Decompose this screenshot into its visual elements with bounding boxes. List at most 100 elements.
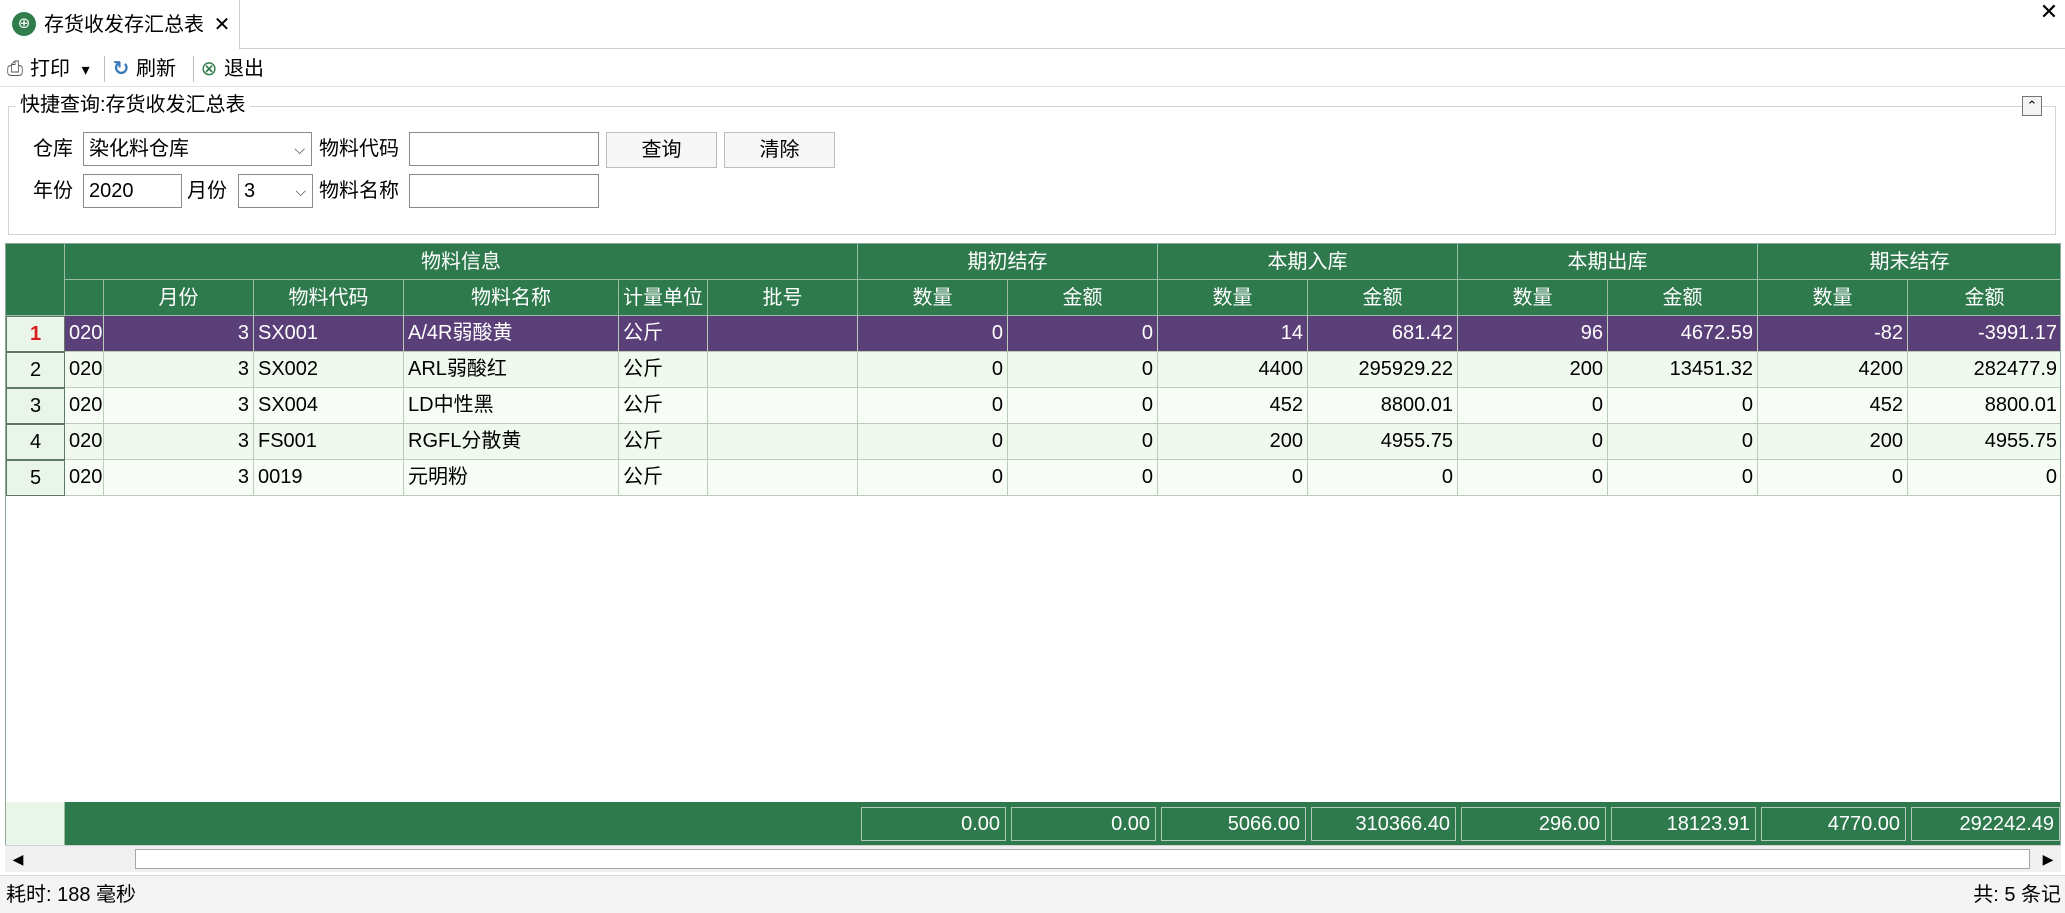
table-cell[interactable]: 200 bbox=[1458, 352, 1608, 388]
exit-button[interactable]: ⊗ 退出 bbox=[198, 56, 264, 82]
row-number[interactable]: 1 bbox=[6, 316, 65, 352]
table-cell[interactable]: 0 bbox=[1008, 424, 1158, 460]
table-cell[interactable]: A/4R弱酸黄 bbox=[404, 316, 619, 352]
collapse-icon[interactable]: ⌃ bbox=[2022, 96, 2042, 116]
table-cell[interactable]: 0 bbox=[1608, 460, 1758, 496]
scroll-left-icon[interactable]: ◀ bbox=[9, 850, 27, 868]
tab-close-icon[interactable]: ✕ bbox=[212, 12, 232, 38]
table-cell[interactable]: 0 bbox=[1608, 388, 1758, 424]
column-header[interactable]: 物料名称 bbox=[404, 280, 619, 316]
table-cell[interactable]: 0019 bbox=[254, 460, 404, 496]
column-header[interactable]: 金额 bbox=[1308, 280, 1458, 316]
scroll-right-icon[interactable]: ▶ bbox=[2039, 850, 2057, 868]
table-cell[interactable]: SX002 bbox=[254, 352, 404, 388]
row-number[interactable]: 2 bbox=[6, 352, 65, 388]
table-cell[interactable]: 452 bbox=[1758, 388, 1908, 424]
chevron-down-icon[interactable]: ▾ bbox=[82, 62, 90, 79]
horizontal-scrollbar[interactable]: ◀ ▶ bbox=[5, 845, 2061, 872]
table-cell[interactable]: -3991.17 bbox=[1908, 316, 2060, 352]
table-cell[interactable]: 452 bbox=[1158, 388, 1308, 424]
column-header[interactable]: 数量 bbox=[858, 280, 1008, 316]
table-cell[interactable] bbox=[708, 388, 858, 424]
table-cell[interactable]: 0 bbox=[1458, 460, 1608, 496]
table-cell[interactable]: 0 bbox=[1008, 460, 1158, 496]
clear-button[interactable]: 清除 bbox=[724, 132, 835, 168]
column-header[interactable]: 物料代码 bbox=[254, 280, 404, 316]
table-cell[interactable]: 3 bbox=[104, 460, 254, 496]
table-cell[interactable]: 8800.01 bbox=[1908, 388, 2060, 424]
column-header[interactable]: 数量 bbox=[1458, 280, 1608, 316]
row-number[interactable]: 5 bbox=[6, 460, 65, 496]
table-cell[interactable]: 3 bbox=[104, 388, 254, 424]
table-cell[interactable]: 681.42 bbox=[1308, 316, 1458, 352]
table-cell[interactable]: 0 bbox=[858, 460, 1008, 496]
table-cell[interactable]: 0 bbox=[1758, 460, 1908, 496]
table-cell[interactable]: 3 bbox=[104, 352, 254, 388]
table-cell[interactable]: 282477.9 bbox=[1908, 352, 2060, 388]
table-cell[interactable]: 3 bbox=[104, 424, 254, 460]
table-cell[interactable]: 公斤 bbox=[619, 460, 708, 496]
column-header[interactable]: 金额 bbox=[1608, 280, 1758, 316]
table-cell[interactable]: 020 bbox=[65, 388, 104, 424]
table-cell[interactable]: -82 bbox=[1758, 316, 1908, 352]
document-tab[interactable]: ⊕ 存货收发存汇总表 ✕ bbox=[0, 0, 240, 50]
warehouse-select[interactable]: 染化料仓库 ⌵ bbox=[83, 132, 312, 166]
table-cell[interactable]: 0 bbox=[858, 316, 1008, 352]
table-cell[interactable]: 元明粉 bbox=[404, 460, 619, 496]
table-cell[interactable]: 0 bbox=[858, 352, 1008, 388]
print-button[interactable]: ⎙ 打印 ▾ bbox=[4, 56, 90, 82]
table-cell[interactable]: 公斤 bbox=[619, 316, 708, 352]
table-cell[interactable]: 96 bbox=[1458, 316, 1608, 352]
item-code-input[interactable] bbox=[409, 132, 599, 166]
table-cell[interactable]: 公斤 bbox=[619, 352, 708, 388]
refresh-button[interactable]: ↻ 刷新 bbox=[110, 56, 176, 82]
column-header[interactable]: 批号 bbox=[708, 280, 858, 316]
table-cell[interactable]: 0 bbox=[1458, 424, 1608, 460]
table-cell[interactable]: 200 bbox=[1758, 424, 1908, 460]
table-cell[interactable]: 0 bbox=[1008, 352, 1158, 388]
table-cell[interactable] bbox=[708, 424, 858, 460]
table-cell[interactable]: LD中性黑 bbox=[404, 388, 619, 424]
column-header[interactable]: 数量 bbox=[1158, 280, 1308, 316]
row-number[interactable]: 3 bbox=[6, 388, 65, 424]
table-cell[interactable]: 13451.32 bbox=[1608, 352, 1758, 388]
column-header[interactable] bbox=[65, 280, 104, 316]
table-cell[interactable]: 0 bbox=[1008, 316, 1158, 352]
table-cell[interactable] bbox=[708, 460, 858, 496]
column-header[interactable]: 月份 bbox=[104, 280, 254, 316]
table-cell[interactable]: 4672.59 bbox=[1608, 316, 1758, 352]
table-cell[interactable]: SX004 bbox=[254, 388, 404, 424]
table-cell[interactable]: 020 bbox=[65, 424, 104, 460]
window-close-icon[interactable]: ✕ bbox=[2036, 0, 2062, 24]
table-cell[interactable]: 0 bbox=[1458, 388, 1608, 424]
table-cell[interactable]: 295929.22 bbox=[1308, 352, 1458, 388]
table-cell[interactable]: 0 bbox=[858, 424, 1008, 460]
table-cell[interactable]: 0 bbox=[1908, 460, 2060, 496]
table-cell[interactable] bbox=[708, 352, 858, 388]
table-cell[interactable]: 0 bbox=[1608, 424, 1758, 460]
table-cell[interactable]: 8800.01 bbox=[1308, 388, 1458, 424]
table-cell[interactable]: 公斤 bbox=[619, 388, 708, 424]
table-cell[interactable]: 公斤 bbox=[619, 424, 708, 460]
table-cell[interactable]: RGFL分散黄 bbox=[404, 424, 619, 460]
table-cell[interactable]: FS001 bbox=[254, 424, 404, 460]
table-cell[interactable]: 14 bbox=[1158, 316, 1308, 352]
table-cell[interactable]: 4955.75 bbox=[1308, 424, 1458, 460]
table-cell[interactable]: SX001 bbox=[254, 316, 404, 352]
table-cell[interactable]: 020 bbox=[65, 316, 104, 352]
month-select[interactable]: 3 ⌵ bbox=[238, 174, 313, 208]
table-cell[interactable]: 200 bbox=[1158, 424, 1308, 460]
table-cell[interactable]: 4400 bbox=[1158, 352, 1308, 388]
row-number[interactable]: 4 bbox=[6, 424, 65, 460]
search-button[interactable]: 查询 bbox=[606, 132, 717, 168]
item-name-input[interactable] bbox=[409, 174, 599, 208]
table-cell[interactable]: 0 bbox=[858, 388, 1008, 424]
year-input[interactable]: 2020 bbox=[83, 174, 182, 208]
column-header[interactable]: 计量单位 bbox=[619, 280, 708, 316]
table-cell[interactable]: ARL弱酸红 bbox=[404, 352, 619, 388]
table-cell[interactable]: 0 bbox=[1008, 388, 1158, 424]
table-cell[interactable] bbox=[708, 316, 858, 352]
table-cell[interactable]: 0 bbox=[1158, 460, 1308, 496]
column-header[interactable]: 金额 bbox=[1908, 280, 2060, 316]
table-cell[interactable]: 020 bbox=[65, 460, 104, 496]
